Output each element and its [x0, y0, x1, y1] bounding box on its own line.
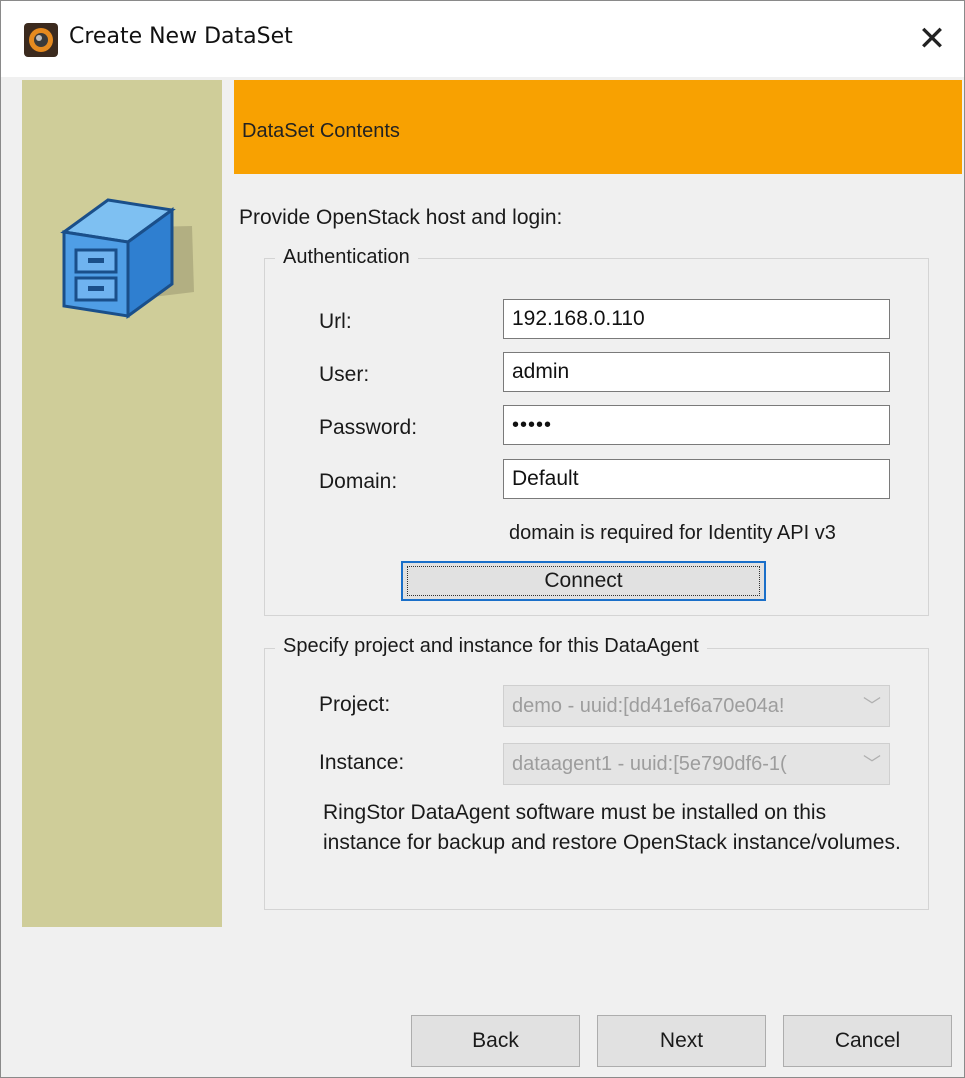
file-cabinet-icon — [60, 198, 194, 319]
instruction-text: Provide OpenStack host and login: — [239, 206, 563, 229]
chevron-down-icon: ﹀ — [863, 754, 881, 774]
domain-hint: domain is required for Identity API v3 — [509, 522, 836, 544]
close-icon: ✕ — [917, 19, 947, 59]
close-button[interactable]: ✕ — [900, 1, 964, 77]
domain-label: Domain: — [319, 470, 398, 493]
install-note: RingStor DataAgent software must be inst… — [323, 801, 901, 854]
url-field[interactable] — [503, 299, 890, 339]
window-title: Create New DataSet — [69, 24, 293, 49]
connect-label: Connect — [544, 569, 623, 592]
next-button[interactable]: Next — [597, 1015, 766, 1067]
password-label: Password: — [319, 416, 418, 439]
user-field[interactable] — [503, 352, 890, 392]
dialog-window: Create New DataSet ✕ DataSet Contents Pr… — [0, 0, 965, 1078]
connect-button[interactable]: Connect — [401, 561, 766, 601]
title-bar: Create New DataSet ✕ — [1, 1, 964, 77]
instance-value: dataagent1 - uuid:[5e790df6-1( — [512, 753, 787, 775]
domain-field[interactable] — [503, 459, 890, 499]
instance-label: Instance: — [319, 751, 405, 774]
user-label: User: — [319, 363, 370, 386]
project-legend: Specify project and instance for this Da… — [275, 635, 707, 658]
back-button[interactable]: Back — [411, 1015, 580, 1067]
cancel-button[interactable]: Cancel — [783, 1015, 952, 1067]
password-field[interactable]: ••••• — [503, 405, 890, 445]
authentication-legend: Authentication — [275, 246, 418, 269]
chevron-down-icon: ﹀ — [863, 696, 881, 716]
app-logo-icon — [24, 23, 58, 57]
url-label: Url: — [319, 310, 352, 333]
wizard-side-panel — [22, 80, 222, 927]
page-title: DataSet Contents — [242, 120, 400, 142]
project-select[interactable]: demo - uuid:[dd41ef6a70e04a! ﹀ — [503, 685, 890, 727]
instance-select[interactable]: dataagent1 - uuid:[5e790df6-1( ﹀ — [503, 743, 890, 785]
project-label: Project: — [319, 693, 391, 716]
project-value: demo - uuid:[dd41ef6a70e04a! — [512, 695, 785, 717]
